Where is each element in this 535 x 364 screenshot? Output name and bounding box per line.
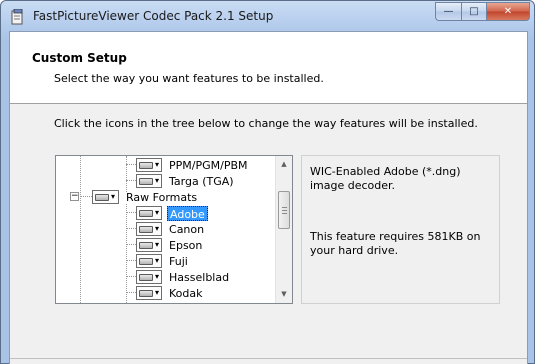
feature-size-requirement: This feature requires 581KB on your hard…	[310, 230, 481, 257]
dialog-client-area: Custom Setup Select the way you want fea…	[9, 31, 528, 364]
installer-icon	[11, 9, 23, 25]
dropdown-arrow-icon: ▾	[155, 272, 160, 281]
tree-connector	[80, 156, 81, 303]
tree-item-ppm-pgm-pbm[interactable]: ▾ PPM/PGM/PBM	[136, 157, 250, 173]
tree-item-label: Fuji	[169, 254, 188, 268]
tree-item-label: Targa (TGA)	[169, 174, 234, 188]
dropdown-arrow-icon: ▾	[155, 256, 160, 265]
scroll-down-icon: ▼	[281, 290, 287, 298]
tree-item-canon[interactable]: ▾ Canon	[136, 221, 206, 237]
drive-icon	[95, 193, 109, 201]
feature-description-panel: WIC-Enabled Adobe (*.dng) image decoder.…	[301, 155, 500, 304]
install-state-dropdown[interactable]: ▾	[136, 174, 163, 188]
tree-scrollbar[interactable]: ▲ ▼	[275, 156, 292, 303]
dropdown-arrow-icon: ▾	[155, 208, 160, 217]
tree-item-label: Hasselblad	[169, 270, 230, 284]
scroll-thumb[interactable]	[278, 191, 290, 229]
tree-item-fuji[interactable]: ▾ Fuji	[136, 253, 190, 269]
dropdown-arrow-icon: ▾	[155, 240, 160, 249]
tree-connector	[126, 204, 127, 303]
install-state-dropdown[interactable]: ▾	[136, 206, 163, 220]
close-button[interactable]: ✕	[486, 2, 530, 21]
scroll-down-button[interactable]: ▼	[276, 286, 292, 302]
page-title: Custom Setup	[32, 51, 127, 65]
collapse-expander-icon[interactable]: −	[70, 192, 79, 201]
tree-item-kodak[interactable]: ▾ Kodak	[136, 285, 205, 301]
feature-tree[interactable]: − ▾ PPM/PGM/PBM ▾ Targa (TGA) ▾ Raw Form…	[55, 155, 293, 304]
grip-line	[282, 213, 287, 214]
grip-line	[282, 210, 287, 211]
minimize-icon: —	[443, 6, 454, 17]
collapse-glyph: −	[71, 191, 79, 201]
title-bar[interactable]: FastPictureViewer Codec Pack 2.1 Setup —…	[1, 1, 535, 31]
dropdown-arrow-icon: ▾	[111, 192, 116, 201]
install-state-dropdown[interactable]: ▾	[136, 254, 163, 268]
feature-description: WIC-Enabled Adobe (*.dng) image decoder.	[310, 165, 461, 192]
dropdown-arrow-icon: ▾	[155, 224, 160, 233]
dropdown-arrow-icon: ▾	[155, 176, 160, 185]
page-subtitle: Select the way you want features to be i…	[54, 72, 324, 85]
drive-icon	[139, 161, 153, 169]
tree-item-label: PPM/PGM/PBM	[169, 158, 248, 172]
drive-icon	[139, 241, 153, 249]
scroll-up-button[interactable]: ▲	[276, 156, 292, 172]
maximize-button[interactable]: □	[461, 2, 486, 21]
drive-icon	[139, 177, 153, 185]
drive-icon	[139, 273, 153, 281]
install-state-dropdown[interactable]: ▾	[136, 286, 163, 300]
install-state-dropdown[interactable]: ▾	[136, 222, 163, 236]
scroll-up-icon: ▲	[281, 160, 287, 168]
tree-instructions: Click the icons in the tree below to cha…	[54, 117, 478, 130]
caption-buttons: — □ ✕	[435, 2, 530, 22]
install-state-dropdown[interactable]: ▾	[136, 238, 163, 252]
tree-item-label: Epson	[169, 238, 203, 252]
tree-item-label: Canon	[169, 222, 205, 236]
drive-icon	[139, 289, 153, 297]
tree-connector	[126, 156, 127, 192]
drive-icon	[139, 257, 153, 265]
grip-line	[282, 207, 287, 208]
window-frame: FastPictureViewer Codec Pack 2.1 Setup —…	[0, 0, 535, 364]
feature-tree-content: − ▾ PPM/PGM/PBM ▾ Targa (TGA) ▾ Raw Form…	[56, 156, 276, 303]
install-state-dropdown[interactable]: ▾	[136, 158, 163, 172]
minimize-button[interactable]: —	[435, 2, 461, 21]
window-title: FastPictureViewer Codec Pack 2.1 Setup	[33, 9, 274, 23]
maximize-icon: □	[469, 6, 479, 17]
tree-item-label-selected: Adobe	[167, 205, 208, 221]
install-state-dropdown[interactable]: ▾	[136, 270, 163, 284]
dropdown-arrow-icon: ▾	[155, 288, 160, 297]
drive-icon	[139, 209, 153, 217]
header-banner: Custom Setup Select the way you want fea…	[10, 32, 527, 104]
dropdown-arrow-icon: ▾	[155, 160, 160, 169]
close-icon: ✕	[503, 6, 513, 17]
tree-item-epson[interactable]: ▾ Epson	[136, 237, 204, 253]
tree-item-hasselblad[interactable]: ▾ Hasselblad	[136, 269, 231, 285]
tree-item-label: Kodak	[169, 286, 203, 300]
tree-item-raw-formats[interactable]: ▾ Raw Formats	[92, 189, 199, 205]
tree-item-adobe[interactable]: ▾ Adobe	[136, 205, 208, 221]
divider	[10, 358, 527, 359]
tree-item-targa[interactable]: ▾ Targa (TGA)	[136, 173, 236, 189]
tree-item-label: Raw Formats	[126, 190, 198, 204]
drive-icon	[139, 225, 153, 233]
install-state-dropdown[interactable]: ▾	[92, 190, 120, 204]
tree-connector	[80, 196, 92, 197]
